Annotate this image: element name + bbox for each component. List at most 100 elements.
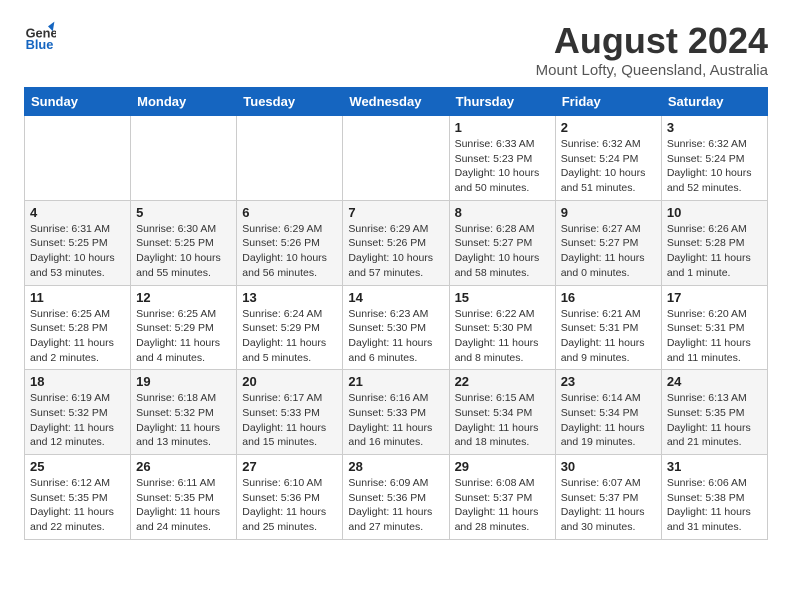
cell-info: Sunrise: 6:33 AM Sunset: 5:23 PM Dayligh… — [455, 137, 550, 196]
calendar-cell: 17 Sunrise: 6:20 AM Sunset: 5:31 PM Dayli… — [661, 285, 767, 370]
cell-date: 12 — [136, 290, 231, 305]
calendar-cell: 15 Sunrise: 6:22 AM Sunset: 5:30 PM Dayli… — [449, 285, 555, 370]
cell-info: Sunrise: 6:18 AM Sunset: 5:32 PM Dayligh… — [136, 391, 231, 450]
cell-date: 20 — [242, 374, 337, 389]
weekday-header-friday: Friday — [555, 88, 661, 116]
weekday-header-wednesday: Wednesday — [343, 88, 449, 116]
cell-date: 4 — [30, 205, 125, 220]
weekday-header-monday: Monday — [131, 88, 237, 116]
calendar-cell: 26 Sunrise: 6:11 AM Sunset: 5:35 PM Dayli… — [131, 455, 237, 540]
cell-date: 22 — [455, 374, 550, 389]
week-row-2: 11 Sunrise: 6:25 AM Sunset: 5:28 PM Dayli… — [25, 285, 768, 370]
cell-date: 6 — [242, 205, 337, 220]
logo-icon: General Blue — [24, 20, 56, 52]
svg-text:Blue: Blue — [26, 37, 54, 52]
cell-info: Sunrise: 6:13 AM Sunset: 5:35 PM Dayligh… — [667, 391, 762, 450]
calendar-cell — [131, 116, 237, 201]
cell-info: Sunrise: 6:29 AM Sunset: 5:26 PM Dayligh… — [348, 222, 443, 281]
calendar-cell: 22 Sunrise: 6:15 AM Sunset: 5:34 PM Dayli… — [449, 370, 555, 455]
cell-info: Sunrise: 6:32 AM Sunset: 5:24 PM Dayligh… — [667, 137, 762, 196]
calendar-cell: 27 Sunrise: 6:10 AM Sunset: 5:36 PM Dayli… — [237, 455, 343, 540]
calendar-cell: 4 Sunrise: 6:31 AM Sunset: 5:25 PM Daylig… — [25, 200, 131, 285]
header: General Blue August 2024 Mount Lofty, Qu… — [24, 20, 768, 79]
cell-date: 14 — [348, 290, 443, 305]
calendar-cell: 18 Sunrise: 6:19 AM Sunset: 5:32 PM Dayli… — [25, 370, 131, 455]
cell-date: 11 — [30, 290, 125, 305]
cell-info: Sunrise: 6:31 AM Sunset: 5:25 PM Dayligh… — [30, 222, 125, 281]
cell-date: 17 — [667, 290, 762, 305]
cell-date: 19 — [136, 374, 231, 389]
calendar-cell: 1 Sunrise: 6:33 AM Sunset: 5:23 PM Daylig… — [449, 116, 555, 201]
cell-info: Sunrise: 6:17 AM Sunset: 5:33 PM Dayligh… — [242, 391, 337, 450]
calendar-cell: 8 Sunrise: 6:28 AM Sunset: 5:27 PM Daylig… — [449, 200, 555, 285]
cell-date: 3 — [667, 120, 762, 135]
week-row-3: 18 Sunrise: 6:19 AM Sunset: 5:32 PM Dayli… — [25, 370, 768, 455]
calendar-cell: 29Sunrise: 6:08 AM Sunset: 5:37 PM Dayli… — [449, 455, 555, 540]
cell-info: Sunrise: 6:26 AM Sunset: 5:28 PM Dayligh… — [667, 222, 762, 281]
title-area: August 2024 Mount Lofty, Queensland, Aus… — [536, 20, 768, 79]
cell-date: 27 — [242, 459, 337, 474]
cell-date: 31 — [667, 459, 762, 474]
cell-info: Sunrise: 6:32 AM Sunset: 5:24 PM Dayligh… — [561, 137, 656, 196]
cell-date: 5 — [136, 205, 231, 220]
weekday-header-sunday: Sunday — [25, 88, 131, 116]
cell-date: 24 — [667, 374, 762, 389]
cell-info: Sunrise: 6:30 AM Sunset: 5:25 PM Dayligh… — [136, 222, 231, 281]
calendar-cell: 11 Sunrise: 6:25 AM Sunset: 5:28 PM Dayli… — [25, 285, 131, 370]
calendar-cell: 20 Sunrise: 6:17 AM Sunset: 5:33 PM Dayli… — [237, 370, 343, 455]
cell-info: Sunrise: 6:25 AM Sunset: 5:28 PM Dayligh… — [30, 307, 125, 366]
weekday-header-thursday: Thursday — [449, 88, 555, 116]
cell-info: Sunrise: 6:15 AM Sunset: 5:34 PM Dayligh… — [455, 391, 550, 450]
calendar-cell: 5 Sunrise: 6:30 AM Sunset: 5:25 PM Daylig… — [131, 200, 237, 285]
cell-info: Sunrise: 6:06 AM Sunset: 5:38 PM Dayligh… — [667, 476, 762, 535]
cell-date: 13 — [242, 290, 337, 305]
location-title: Mount Lofty, Queensland, Australia — [536, 62, 768, 79]
cell-info: Sunrise: 6:19 AM Sunset: 5:32 PM Dayligh… — [30, 391, 125, 450]
calendar-cell: 23Sunrise: 6:14 AM Sunset: 5:34 PM Dayli… — [555, 370, 661, 455]
calendar-cell: 31 Sunrise: 6:06 AM Sunset: 5:38 PM Dayli… — [661, 455, 767, 540]
cell-date: 30 — [561, 459, 656, 474]
cell-date: 28 — [348, 459, 443, 474]
cell-info: Sunrise: 6:10 AM Sunset: 5:36 PM Dayligh… — [242, 476, 337, 535]
cell-date: 9 — [561, 205, 656, 220]
calendar-cell: 21Sunrise: 6:16 AM Sunset: 5:33 PM Dayli… — [343, 370, 449, 455]
cell-info: Sunrise: 6:11 AM Sunset: 5:35 PM Dayligh… — [136, 476, 231, 535]
cell-date: 8 — [455, 205, 550, 220]
calendar-cell: 7Sunrise: 6:29 AM Sunset: 5:26 PM Daylig… — [343, 200, 449, 285]
cell-date: 2 — [561, 120, 656, 135]
weekday-header-tuesday: Tuesday — [237, 88, 343, 116]
week-row-0: 1 Sunrise: 6:33 AM Sunset: 5:23 PM Daylig… — [25, 116, 768, 201]
calendar-cell: 14 Sunrise: 6:23 AM Sunset: 5:30 PM Dayli… — [343, 285, 449, 370]
calendar-cell: 16Sunrise: 6:21 AM Sunset: 5:31 PM Dayli… — [555, 285, 661, 370]
cell-date: 1 — [455, 120, 550, 135]
cell-info: Sunrise: 6:12 AM Sunset: 5:35 PM Dayligh… — [30, 476, 125, 535]
cell-date: 15 — [455, 290, 550, 305]
header-row: SundayMondayTuesdayWednesdayThursdayFrid… — [25, 88, 768, 116]
calendar-cell: 28 Sunrise: 6:09 AM Sunset: 5:36 PM Dayli… — [343, 455, 449, 540]
cell-info: Sunrise: 6:28 AM Sunset: 5:27 PM Dayligh… — [455, 222, 550, 281]
cell-date: 10 — [667, 205, 762, 220]
calendar-cell: 19 Sunrise: 6:18 AM Sunset: 5:32 PM Dayli… — [131, 370, 237, 455]
cell-info: Sunrise: 6:09 AM Sunset: 5:36 PM Dayligh… — [348, 476, 443, 535]
cell-info: Sunrise: 6:23 AM Sunset: 5:30 PM Dayligh… — [348, 307, 443, 366]
cell-date: 29 — [455, 459, 550, 474]
cell-info: Sunrise: 6:29 AM Sunset: 5:26 PM Dayligh… — [242, 222, 337, 281]
cell-date: 18 — [30, 374, 125, 389]
cell-info: Sunrise: 6:22 AM Sunset: 5:30 PM Dayligh… — [455, 307, 550, 366]
cell-date: 21 — [348, 374, 443, 389]
weekday-header-saturday: Saturday — [661, 88, 767, 116]
calendar-cell: 12 Sunrise: 6:25 AM Sunset: 5:29 PM Dayli… — [131, 285, 237, 370]
cell-info: Sunrise: 6:24 AM Sunset: 5:29 PM Dayligh… — [242, 307, 337, 366]
cell-info: Sunrise: 6:07 AM Sunset: 5:37 PM Dayligh… — [561, 476, 656, 535]
cell-date: 25 — [30, 459, 125, 474]
cell-info: Sunrise: 6:25 AM Sunset: 5:29 PM Dayligh… — [136, 307, 231, 366]
logo: General Blue — [24, 20, 56, 52]
cell-date: 26 — [136, 459, 231, 474]
cell-info: Sunrise: 6:20 AM Sunset: 5:31 PM Dayligh… — [667, 307, 762, 366]
calendar-cell: 2 Sunrise: 6:32 AM Sunset: 5:24 PM Daylig… — [555, 116, 661, 201]
month-title: August 2024 — [536, 20, 768, 62]
calendar-cell — [237, 116, 343, 201]
calendar-cell — [25, 116, 131, 201]
calendar-cell: 25 Sunrise: 6:12 AM Sunset: 5:35 PM Dayli… — [25, 455, 131, 540]
calendar-cell: 10 Sunrise: 6:26 AM Sunset: 5:28 PM Dayli… — [661, 200, 767, 285]
